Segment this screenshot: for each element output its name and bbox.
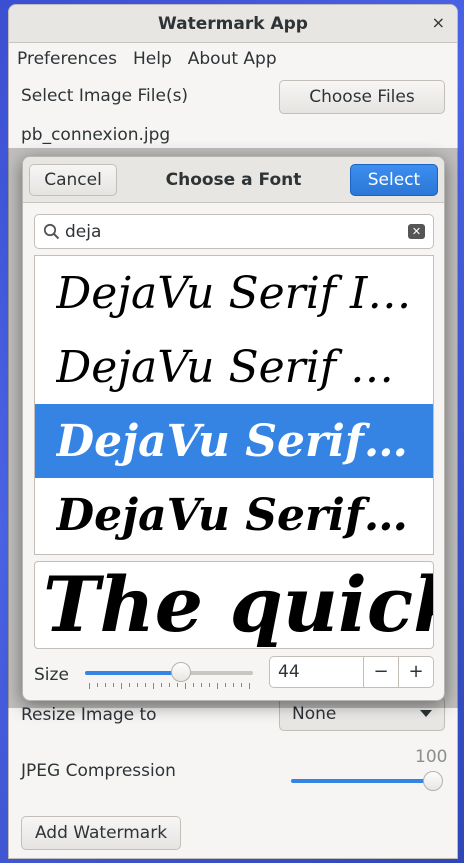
jpeg-value: 100 <box>415 747 448 767</box>
size-slider-tick <box>137 683 138 687</box>
jpeg-slider-handle[interactable] <box>423 771 443 791</box>
font-list-item-label: DejaVu Serif Condensed Italic <box>56 341 416 393</box>
add-watermark-button[interactable]: Add Watermark <box>21 816 181 850</box>
size-slider-tick <box>145 683 146 687</box>
menu-help[interactable]: Help <box>133 49 172 69</box>
size-slider-tick <box>193 683 194 687</box>
chevron-down-icon <box>420 710 432 717</box>
size-slider-tick <box>153 683 154 689</box>
font-dialog: Cancel Choose a Font Select ✕ DejaVu Ser… <box>22 156 445 701</box>
select-button[interactable]: Select <box>350 164 438 196</box>
size-slider-tick <box>89 683 90 689</box>
size-slider-tick <box>129 683 130 687</box>
size-slider[interactable] <box>85 659 255 689</box>
window-title: Watermark App <box>158 13 308 34</box>
clear-icon[interactable]: ✕ <box>408 224 425 239</box>
font-list-item-label: DejaVu Serif Bold Condensed Italic <box>56 489 416 541</box>
font-list-item[interactable]: DejaVu Serif Italic <box>35 256 433 330</box>
size-value[interactable]: 44 <box>270 657 363 687</box>
menu-preferences[interactable]: Preferences <box>17 49 117 69</box>
size-slider-tick <box>113 683 114 687</box>
titlebar: Watermark App × <box>9 5 457 43</box>
search-input[interactable] <box>65 220 395 244</box>
size-slider-tick <box>161 683 162 687</box>
file-name: pb_connexion.jpg <box>21 125 171 145</box>
choose-files-button[interactable]: Choose Files <box>279 80 445 114</box>
font-list[interactable]: DejaVu Serif Italic DejaVu Serif Condens… <box>34 255 434 555</box>
size-slider-tick <box>97 683 98 687</box>
font-list-item-label: DejaVu Serif Italic <box>56 267 416 319</box>
font-search[interactable]: ✕ <box>34 214 434 249</box>
dialog-header: Cancel Choose a Font Select <box>23 157 444 203</box>
size-label: Size <box>34 665 69 685</box>
font-preview[interactable]: The quick <box>34 561 434 649</box>
size-spinbutton[interactable]: 44 − + <box>269 656 434 688</box>
font-list-item[interactable]: DejaVu Serif Condensed Italic <box>35 330 433 404</box>
menu-about[interactable]: About App <box>188 49 277 69</box>
size-slider-tick <box>233 683 234 687</box>
menubar: Preferences Help About App <box>9 43 457 75</box>
size-slider-tick <box>201 683 202 687</box>
size-slider-tick <box>209 683 210 687</box>
size-slider-tick <box>177 683 178 687</box>
select-files-label: Select Image File(s) <box>21 86 189 106</box>
close-icon[interactable]: × <box>432 13 445 32</box>
increment-button[interactable]: + <box>398 657 433 687</box>
size-slider-tick <box>121 683 122 689</box>
size-slider-tick <box>241 683 242 687</box>
size-slider-fill <box>85 671 181 675</box>
size-slider-tick <box>105 683 106 687</box>
size-slider-tick <box>169 683 170 687</box>
size-slider-tick <box>249 683 250 689</box>
font-list-item-label: DejaVu Serif Bold Italic <box>56 415 416 467</box>
search-icon <box>43 223 60 240</box>
size-slider-handle[interactable] <box>170 662 191 682</box>
font-list-item-selected[interactable]: DejaVu Serif Bold Italic <box>35 404 433 478</box>
jpeg-label: JPEG Compression <box>21 761 176 781</box>
jpeg-slider-track <box>291 779 441 783</box>
font-list-item[interactable]: DejaVu Serif Bold Condensed Italic <box>35 478 433 552</box>
size-slider-tick <box>185 683 186 689</box>
resize-label: Resize Image to <box>21 705 157 725</box>
decrement-button[interactable]: − <box>363 657 398 687</box>
size-slider-tick <box>225 683 226 687</box>
size-slider-tick <box>217 683 218 689</box>
preview-text: The quick <box>43 561 434 649</box>
